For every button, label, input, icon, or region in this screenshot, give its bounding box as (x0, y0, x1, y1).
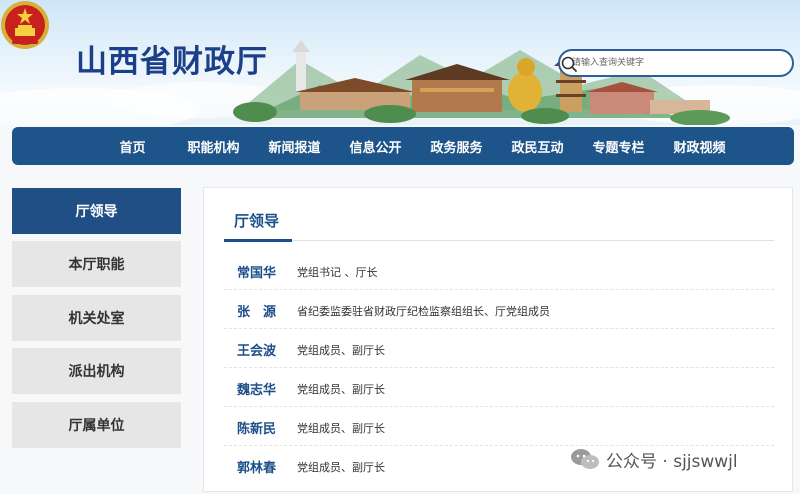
page: 山西省财政厅 首页 职能机构 新闻报道 信息公开 政务服务 政民互动 专题专栏 … (0, 0, 800, 494)
search-icon[interactable] (560, 55, 578, 73)
leader-name[interactable]: 张 源 (237, 301, 297, 320)
leader-role: 党组成员、副厅长 (297, 422, 385, 435)
site-title: 山西省财政厅 (76, 44, 268, 80)
nav-item-functions[interactable]: 职能机构 (173, 137, 254, 156)
nav-item-interaction[interactable]: 政民互动 (497, 137, 578, 156)
header-banner: 山西省财政厅 (0, 0, 800, 125)
nav-item-disclosure[interactable]: 信息公开 (335, 137, 416, 156)
title-underline (224, 239, 292, 242)
main-nav: 首页 职能机构 新闻报道 信息公开 政务服务 政民互动 专题专栏 财政视频 (12, 127, 794, 165)
leader-name[interactable]: 郭林春 (237, 457, 297, 476)
nav-item-news[interactable]: 新闻报道 (254, 137, 335, 156)
wechat-icon (571, 449, 599, 469)
nav-item-topics[interactable]: 专题专栏 (578, 137, 659, 156)
search-box[interactable] (558, 49, 794, 77)
leader-role: 党组成员、副厅长 (297, 461, 385, 474)
search-input[interactable] (572, 54, 762, 72)
leader-name[interactable]: 魏志华 (237, 379, 297, 398)
sidebar-item-functions[interactable]: 本厅职能 (12, 241, 181, 287)
nav-item-home[interactable]: 首页 (92, 137, 173, 156)
national-emblem-icon (1, 1, 49, 49)
leader-row: 魏志华 党组成员、副厅长 (224, 368, 774, 407)
section-title: 厅领导 (234, 212, 280, 230)
sidebar-item-leaders[interactable]: 厅领导 (12, 188, 181, 234)
leader-row: 张 源 省纪委监委驻省财政厅纪检监察组组长、厅党组成员 (224, 290, 774, 329)
sidebar-item-departments[interactable]: 机关处室 (12, 295, 181, 341)
leader-role: 省纪委监委驻省财政厅纪检监察组组长、厅党组成员 (297, 305, 550, 318)
leader-name[interactable]: 王会波 (237, 340, 297, 359)
nav-item-services[interactable]: 政务服务 (416, 137, 497, 156)
leader-row: 常国华 党组书记 、厅长 (224, 251, 774, 290)
sidebar-item-affiliates[interactable]: 厅属单位 (12, 402, 181, 448)
leader-role: 党组成员、副厅长 (297, 344, 385, 357)
title-divider (224, 240, 774, 241)
watermark-text: 公众号 · sjjswwjl (606, 451, 738, 472)
leader-row: 王会波 党组成员、副厅长 (224, 329, 774, 368)
leader-role: 党组成员、副厅长 (297, 383, 385, 396)
wechat-watermark: 公众号 · sjjswwjl (570, 445, 738, 473)
leader-row: 陈新民 党组成员、副厅长 (224, 407, 774, 446)
nav-item-video[interactable]: 财政视频 (659, 137, 740, 156)
sidebar-item-agencies[interactable]: 派出机构 (12, 348, 181, 394)
leader-role: 党组书记 、厅长 (297, 266, 378, 279)
leader-name[interactable]: 陈新民 (237, 418, 297, 437)
leader-name[interactable]: 常国华 (237, 262, 297, 281)
